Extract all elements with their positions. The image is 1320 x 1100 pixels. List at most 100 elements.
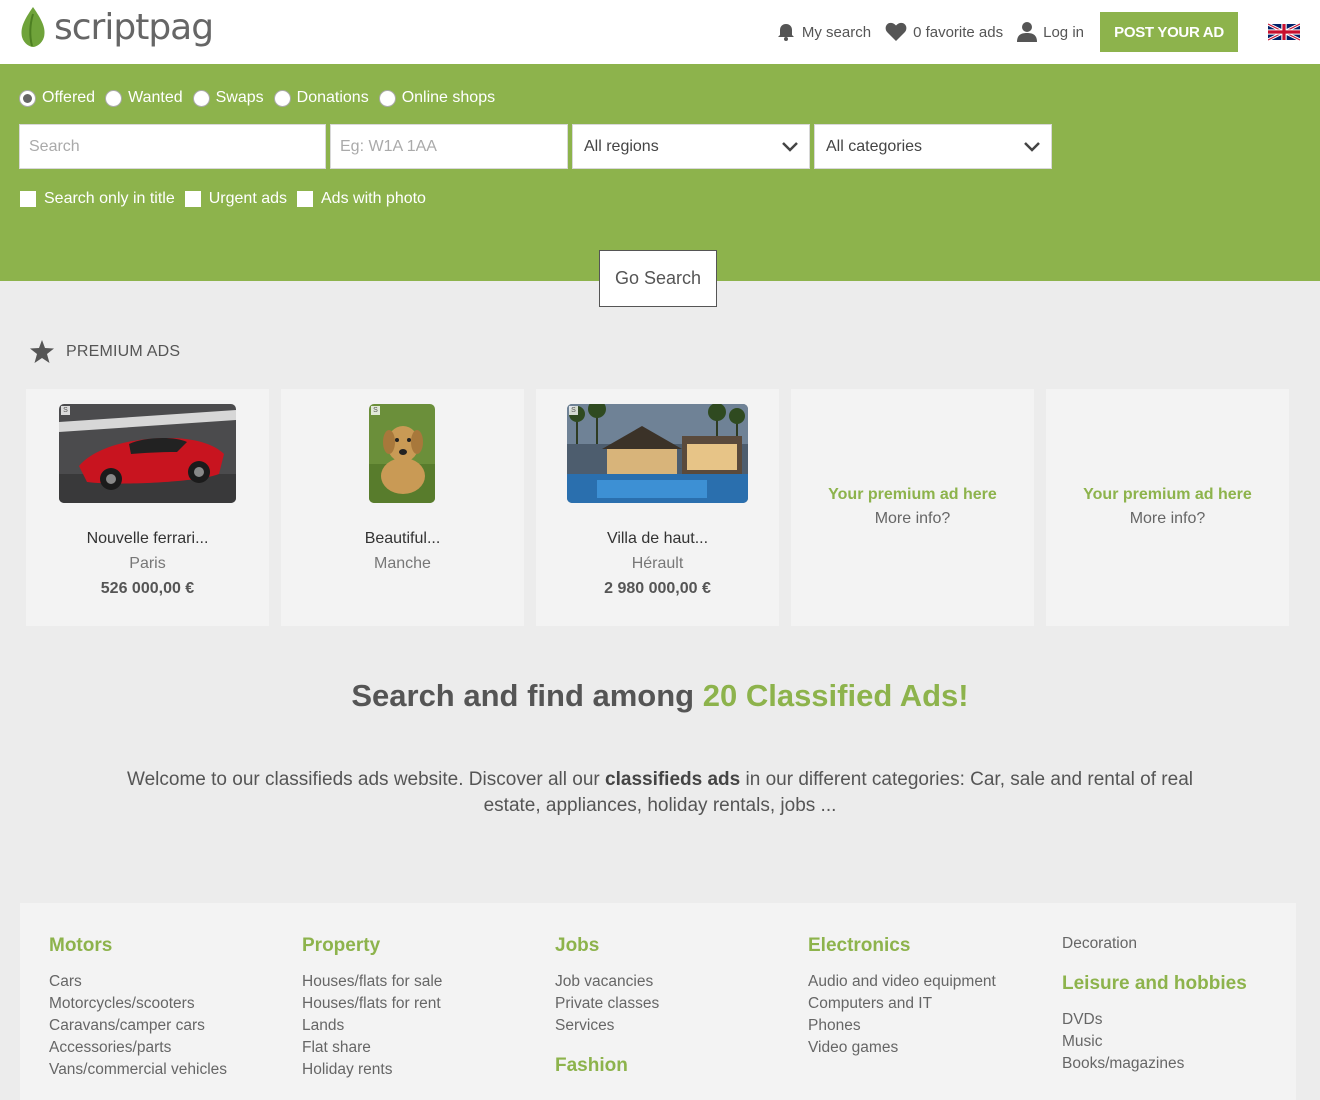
radio-button[interactable] <box>378 89 396 107</box>
subcategory-link[interactable]: Music <box>1062 1031 1247 1053</box>
heart-icon <box>885 22 907 41</box>
logo-text: scriptpag <box>54 6 214 48</box>
intro-paragraph: Welcome to our classifieds ads website. … <box>110 767 1210 819</box>
category-value: All categories <box>826 137 923 155</box>
subcategory-link[interactable]: Services <box>555 1015 659 1037</box>
ad-title[interactable]: Beautiful... <box>281 530 524 548</box>
premium-ads-title: PREMIUM ADS <box>66 342 181 360</box>
subcategory-link[interactable]: Vans/commercial vehicles <box>49 1059 227 1081</box>
category-decoration[interactable]: Decoration <box>1062 935 1247 953</box>
favorites-link[interactable]: 0 favorite ads <box>885 22 1003 42</box>
premium-ad-card[interactable]: S Beautiful... Manche <box>281 389 524 626</box>
subcategory-link[interactable]: Caravans/camper cars <box>49 1015 227 1037</box>
ad-type-radios: Offered Wanted Swaps Donations Online sh… <box>19 89 505 107</box>
radio-swaps[interactable]: Swaps <box>192 89 264 107</box>
checkbox[interactable] <box>184 191 201 207</box>
ad-title[interactable]: Nouvelle ferrari... <box>26 530 269 548</box>
checkbox[interactable] <box>20 191 36 207</box>
region-value: All regions <box>584 137 659 155</box>
radio-online-shops[interactable]: Online shops <box>378 89 496 107</box>
subcategory-link[interactable]: Accessories/parts <box>49 1037 227 1059</box>
subcategory-link[interactable]: Motorcycles/scooters <box>49 993 227 1015</box>
subcategory-link[interactable]: Lands <box>302 1015 442 1037</box>
more-info-link[interactable]: More info? <box>1046 510 1289 528</box>
checkbox-label: Ads with photo <box>321 190 426 207</box>
favorites-label: 0 favorite ads <box>913 23 1004 41</box>
leaf-icon <box>21 7 45 47</box>
subcategory-link[interactable]: Phones <box>808 1015 996 1037</box>
subcategory-link[interactable]: DVDs <box>1062 1009 1247 1031</box>
category-heading-leisure[interactable]: Leisure and hobbies <box>1062 973 1247 995</box>
checkbox[interactable] <box>297 191 313 207</box>
subcategory-link[interactable]: Computers and IT <box>808 993 996 1015</box>
chevron-down-icon <box>1024 141 1040 152</box>
premium-ad-placeholder[interactable]: Your premium ad here More info? <box>1046 389 1289 626</box>
uk-flag-icon[interactable] <box>1268 21 1300 43</box>
radio-label: Wanted <box>128 89 183 106</box>
region-select[interactable]: All regions <box>572 124 810 169</box>
top-header: scriptpag My search 0 favorite ads Log i… <box>0 0 1320 64</box>
radio-donations[interactable]: Donations <box>273 89 369 107</box>
radio-button[interactable] <box>273 89 291 107</box>
radio-label: Online shops <box>401 89 496 106</box>
s-badge-icon: S <box>371 406 380 415</box>
ad-title[interactable]: Villa de haut... <box>536 530 779 548</box>
category-heading-fashion[interactable]: Fashion <box>555 1055 659 1077</box>
filter-with-photo[interactable]: Ads with photo <box>297 190 426 208</box>
categories-panel: Motors Cars Motorcycles/scooters Caravan… <box>20 903 1296 1100</box>
category-column: Jobs Job vacancies Private classes Servi… <box>555 935 659 1091</box>
premium-ad-card[interactable]: S Nouvelle ferrari... Paris 526 000,00 € <box>26 389 269 626</box>
subcategory-link[interactable]: Cars <box>49 971 227 993</box>
radio-label: Swaps <box>215 89 264 106</box>
post-ad-button[interactable]: POST YOUR AD <box>1100 12 1238 52</box>
radio-button[interactable] <box>19 89 36 107</box>
site-logo[interactable]: scriptpag <box>18 6 214 48</box>
subcategory-link[interactable]: Holiday rents <box>302 1059 442 1081</box>
category-heading-property[interactable]: Property <box>302 935 442 957</box>
category-column: Electronics Audio and video equipment Co… <box>808 935 996 1059</box>
category-heading-jobs[interactable]: Jobs <box>555 935 659 957</box>
ad-location: Manche <box>374 555 431 572</box>
subcategory-link[interactable]: Video games <box>808 1037 996 1059</box>
subcategory-link[interactable]: Houses/flats for sale <box>302 971 442 993</box>
subcategory-link[interactable]: Private classes <box>555 993 659 1015</box>
top-nav: My search 0 favorite ads Log in POST YOU… <box>776 12 1300 52</box>
search-filters: Search only in title Urgent ads Ads with… <box>20 190 436 208</box>
radio-button[interactable] <box>192 89 210 107</box>
filter-title-only[interactable]: Search only in title <box>20 190 175 208</box>
radio-wanted[interactable]: Wanted <box>105 89 183 107</box>
subcategory-link[interactable]: Houses/flats for rent <box>302 993 442 1015</box>
login-link[interactable]: Log in <box>1017 21 1084 43</box>
chevron-down-icon <box>782 141 798 152</box>
ad-price: 526 000,00 € <box>100 580 195 597</box>
subcategory-link[interactable]: Books/magazines <box>1062 1053 1247 1075</box>
premium-ad-card[interactable]: S Villa de haut... Hérault 2 980 000,00 … <box>536 389 779 626</box>
page-headline: Search and find among 20 Classified Ads! <box>0 678 1320 714</box>
category-heading-electronics[interactable]: Electronics <box>808 935 996 957</box>
star-icon <box>30 340 54 363</box>
ad-image-villa[interactable]: S <box>567 404 748 503</box>
premium-promo-link[interactable]: Your premium ad here <box>791 486 1034 504</box>
subcategory-link[interactable]: Job vacancies <box>555 971 659 993</box>
ad-image-car[interactable]: S <box>59 404 236 503</box>
premium-promo-link[interactable]: Your premium ad here <box>1046 486 1289 504</box>
subcategory-link[interactable]: Audio and video equipment <box>808 971 996 993</box>
category-select[interactable]: All categories <box>814 124 1052 169</box>
ad-image-dog[interactable]: S <box>369 404 435 503</box>
go-search-button[interactable]: Go Search <box>599 250 717 307</box>
radio-offered[interactable]: Offered <box>19 89 95 107</box>
ad-price: 2 980 000,00 € <box>604 580 711 597</box>
filter-urgent[interactable]: Urgent ads <box>184 190 287 208</box>
my-search-link[interactable]: My search <box>776 22 871 42</box>
subcategory-link[interactable]: Flat share <box>302 1037 442 1059</box>
premium-ad-placeholder[interactable]: Your premium ad here More info? <box>791 389 1034 626</box>
category-heading-motors[interactable]: Motors <box>49 935 227 957</box>
search-input[interactable]: Search <box>19 124 326 169</box>
headline-highlight: 20 Classified Ads! <box>702 678 969 713</box>
radio-label: Offered <box>42 89 96 106</box>
more-info-link[interactable]: More info? <box>791 510 1034 528</box>
category-column: Decoration Leisure and hobbies DVDs Musi… <box>1062 935 1247 1075</box>
postcode-input[interactable]: Eg: W1A 1AA <box>330 124 568 169</box>
login-label: Log in <box>1043 23 1084 41</box>
radio-button[interactable] <box>105 89 123 107</box>
